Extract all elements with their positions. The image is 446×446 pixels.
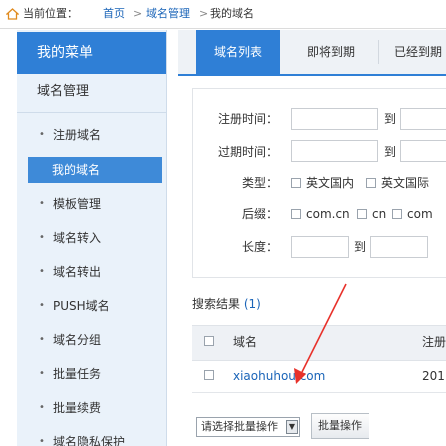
sidebar-item-my-domains[interactable]: 我的域名 [28,157,162,183]
suffix-checkbox-com-cn[interactable] [291,209,301,219]
expire-time-end-input[interactable] [400,140,446,162]
type-option-label: 英文国际 [381,176,430,190]
suffix-checkbox-cn[interactable] [357,209,367,219]
expire-time-start-input[interactable] [291,140,378,162]
chevron-down-icon[interactable]: ▼ [286,420,298,434]
length-min-input[interactable] [291,236,349,258]
length-to-label: 到 [354,240,367,254]
expire-time-label: 过期时间： [217,145,278,159]
breadcrumb-prefix: 当前位置： [23,7,78,20]
suffix-checkbox-com[interactable] [392,209,402,219]
bullet-icon: • [39,334,45,345]
suffix-option-label: com.cn [306,207,350,221]
results-count: (1) [243,297,261,311]
column-header-domain: 域名 [233,335,258,349]
sidebar-item-batch-renewal[interactable]: • 批量续费 [17,396,166,420]
suffix-option-label: cn [372,207,387,221]
sidebar-item-transfer-in[interactable]: • 域名转入 [17,226,166,250]
bullet-icon: • [39,232,45,243]
type-checkbox-en-intl[interactable] [366,178,376,188]
tab-divider [378,40,379,64]
results-title-text: 搜索结果 [192,297,241,311]
sidebar-item-label: 域名隐私保护 [53,435,126,446]
bullet-icon: • [39,402,45,413]
sidebar-item-label: 域名转出 [53,265,102,279]
sidebar-header: 我的菜单 [17,32,166,74]
home-icon [6,8,19,20]
reg-time-label: 注册时间： [217,112,278,126]
sidebar-item-label: 批量续费 [53,401,102,415]
sidebar-item-label: 模板管理 [53,197,102,211]
bullet-icon: • [39,368,45,379]
sidebar-item-label: 域名转入 [53,231,102,245]
results-title: 搜索结果 (1) [192,296,261,312]
length-max-input[interactable] [370,236,428,258]
registered-date-cell: 201 [422,369,445,383]
watermark-logo [369,413,446,443]
row-checkbox[interactable] [204,370,214,380]
suffix-label: 后缀： [241,207,278,221]
reg-time-start-input[interactable] [291,108,378,130]
sidebar-item-label: 域名分组 [53,333,102,347]
sidebar-item-label: 批量任务 [53,367,102,381]
sidebar-item-transfer-out[interactable]: • 域名转出 [17,260,166,284]
sidebar-item-domain-groups[interactable]: • 域名分组 [17,328,166,352]
reg-time-end-input[interactable] [400,108,446,130]
sidebar-group-domain-management[interactable]: 域名管理 [17,74,166,113]
sidebar-item-batch-tasks[interactable]: • 批量任务 [17,362,166,386]
sidebar-item-privacy-protection[interactable]: • 域名隐私保护 [17,430,166,446]
breadcrumb-separator: > [133,7,143,20]
type-checkbox-en-domestic[interactable] [291,178,301,188]
column-header-registered: 注册 [422,335,446,349]
breadcrumb-current: 我的域名 [210,7,254,20]
sidebar-item-label: 我的域名 [52,163,101,177]
annotation-arrow-icon [294,283,347,384]
type-label: 类型： [241,176,278,190]
bullet-icon: • [39,300,45,311]
reg-time-to-label: 到 [384,112,397,126]
tab-domain-list[interactable]: 域名列表 [196,30,280,74]
select-all-checkbox[interactable] [204,336,214,346]
breadcrumb-home-link[interactable]: 首页 [103,7,125,21]
bullet-icon: • [39,266,45,277]
breadcrumb-separator: > [199,7,209,20]
type-option-label: 英文国内 [306,176,355,190]
sidebar-item-push-domain[interactable]: • PUSH域名 [17,294,166,318]
tab-expired[interactable]: 已经到期 [384,30,446,74]
sidebar-item-template-management[interactable]: • 模板管理 [17,192,166,216]
breadcrumb-section-link[interactable]: 域名管理 [146,7,190,21]
tab-expiring-soon[interactable]: 即将到期 [288,30,374,74]
expire-time-to-label: 到 [384,145,397,159]
suffix-option-label: com [407,207,433,221]
bullet-icon: • [39,436,45,446]
sidebar-item-label: 注册域名 [53,128,102,142]
sidebar-item-register-domain[interactable]: • 注册域名 [17,123,166,147]
batch-operation-select[interactable]: 请选择批量操作 [196,417,300,437]
bullet-icon: • [39,198,45,209]
sidebar-item-label: PUSH域名 [53,299,110,313]
bullet-icon: • [39,129,45,140]
length-label: 长度： [241,240,278,254]
